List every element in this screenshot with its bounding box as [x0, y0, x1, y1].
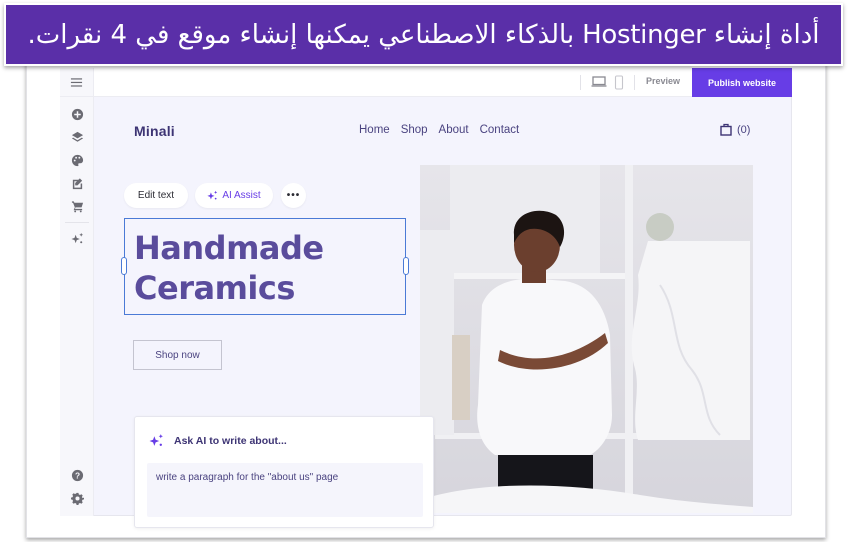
hero-left-panel [420, 230, 454, 435]
cart-button[interactable]: (0) [720, 123, 750, 136]
edit-text-label: Edit text [137, 190, 175, 201]
shop-now-button[interactable]: Shop now [133, 340, 222, 370]
shopping-bag-icon [720, 123, 732, 136]
edit-page-icon[interactable] [60, 172, 94, 195]
site-brand-logo[interactable]: Minali [134, 123, 175, 139]
hero-post [625, 165, 633, 495]
site-nav: Home Shop About Contact [359, 124, 530, 136]
hero-box [452, 335, 470, 420]
ai-sparkle-icon[interactable] [60, 227, 94, 250]
resize-handle-left[interactable] [121, 257, 127, 275]
ai-assist-label: AI Assist [222, 190, 261, 201]
hamburger-menu-icon[interactable] [60, 71, 93, 94]
ask-ai-prompt-input[interactable]: write a paragraph for the "about us" pag… [147, 463, 423, 517]
nav-link-contact[interactable]: Contact [480, 124, 520, 136]
ai-assist-button[interactable]: AI Assist [195, 183, 273, 208]
resize-handle-right[interactable] [403, 257, 409, 275]
hero-image[interactable] [420, 165, 753, 513]
more-options-button[interactable]: ••• [281, 183, 306, 208]
toolbar-divider [580, 75, 581, 90]
svg-text:?: ? [74, 470, 79, 480]
nav-link-home[interactable]: Home [359, 124, 390, 136]
cart-count: (0) [737, 123, 751, 136]
add-circle-icon[interactable] [60, 103, 94, 126]
left-sidebar: ? [60, 68, 94, 516]
ask-ai-header: Ask AI to write about... [149, 433, 287, 448]
help-icon[interactable]: ? [60, 464, 94, 487]
settings-gear-icon[interactable] [60, 487, 94, 510]
desktop-view-icon[interactable] [591, 75, 607, 88]
ask-ai-card: Ask AI to write about... write a paragra… [134, 416, 434, 528]
preview-button[interactable]: Preview [646, 76, 680, 86]
toolbar-divider [634, 75, 635, 90]
ai-sparkle-icon [149, 434, 163, 446]
ai-sparkle-icon [207, 190, 218, 200]
palette-icon[interactable] [60, 149, 94, 172]
sidebar-divider [64, 222, 89, 223]
nav-link-about[interactable]: About [439, 124, 469, 136]
hero-heading[interactable]: Handmade Ceramics [134, 228, 324, 308]
more-dots-icon: ••• [286, 190, 301, 201]
hero-plant [646, 213, 674, 241]
hero-heading-line-1: Handmade [134, 229, 324, 267]
nav-link-shop[interactable]: Shop [401, 124, 428, 136]
hero-sculpture [631, 241, 750, 440]
ask-ai-title: Ask AI to write about... [174, 434, 287, 447]
hero-heading-line-2: Ceramics [134, 269, 295, 307]
publish-website-button[interactable]: Publish website [692, 68, 792, 97]
edit-text-button[interactable]: Edit text [124, 183, 188, 208]
layers-icon[interactable] [60, 126, 94, 149]
caption-banner: أداة إنشاء Hostinger بالذكاء الاصطناعي ي… [4, 3, 843, 66]
editor-toolbar: Preview Publish website [94, 68, 792, 97]
cart-icon[interactable] [60, 195, 94, 218]
mobile-view-icon[interactable] [614, 75, 624, 90]
caption-text: أداة إنشاء Hostinger بالذكاء الاصطناعي ي… [27, 19, 820, 50]
